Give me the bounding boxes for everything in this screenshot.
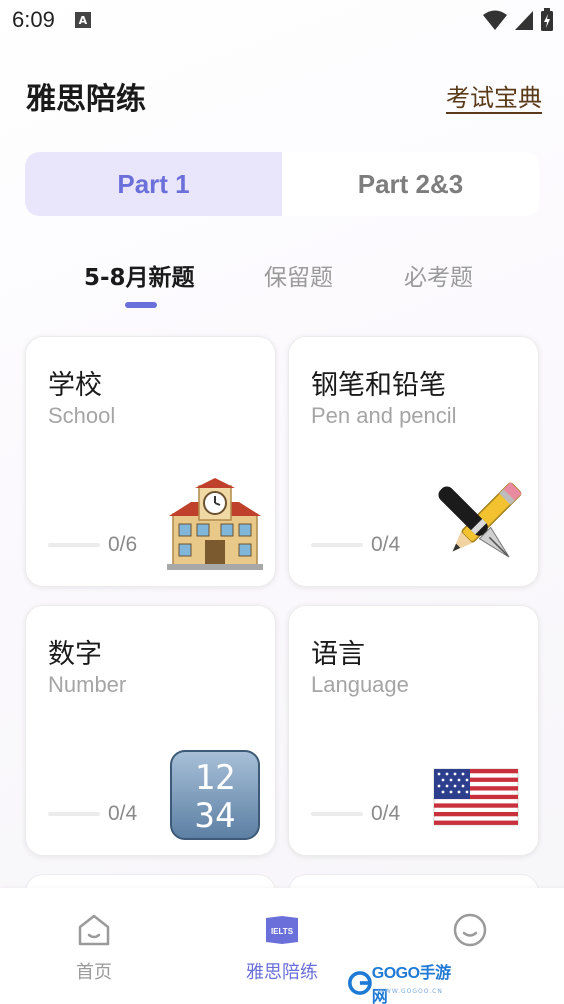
topic-card-school[interactable]: 学校 School 0/6 <box>25 336 276 587</box>
tab-must-test-topics[interactable]: 必考题 <box>404 258 473 292</box>
keycap-bottom-digits: 34 <box>195 796 236 836</box>
card-count: 0/4 <box>371 533 401 556</box>
ielts-badge-text: IELTS <box>271 927 294 936</box>
signal-icon <box>515 11 533 30</box>
school-building-icon <box>167 478 263 570</box>
tab-part-2-3[interactable]: Part 2&3 <box>282 152 539 216</box>
bottom-navigation: 首页 IELTS 雅思陪练 <box>0 888 564 1004</box>
watermark-url: WWW.GOGOO.CN <box>378 988 443 995</box>
nav-label: 首页 <box>76 962 112 983</box>
part-switch: Part 1 Part 2&3 <box>25 152 539 216</box>
home-icon <box>78 914 110 946</box>
keycap-top-digits: 12 <box>195 758 236 798</box>
nav-home[interactable]: 首页 <box>0 888 188 1004</box>
app-header: 雅思陪练 考试宝典 <box>0 64 564 124</box>
card-title: 钢笔和铅笔 <box>311 370 446 401</box>
card-subtitle: School <box>48 403 116 428</box>
ielts-book-icon: IELTS <box>266 916 298 944</box>
exam-guide-link[interactable]: 考试宝典 <box>446 78 542 113</box>
card-title: 学校 <box>48 370 102 401</box>
wifi-icon <box>483 10 507 30</box>
pen-pencil-icon <box>438 482 522 558</box>
page-title: 雅思陪练 <box>26 82 146 117</box>
tab-new-topics[interactable]: 5-8月新题 <box>84 258 195 292</box>
topic-card-number[interactable]: 数字 Number 0/4 12 34 <box>25 605 276 856</box>
card-count: 0/6 <box>108 533 138 556</box>
profile-icon <box>453 913 487 947</box>
card-count: 0/4 <box>371 802 401 825</box>
watermark-text: GOGO手游网 <box>371 965 451 1004</box>
tab-indicator <box>125 302 157 308</box>
notification-a-icon: A <box>74 12 91 28</box>
card-progress-bar <box>48 812 100 816</box>
card-title: 数字 <box>48 639 102 670</box>
watermark: GOGO手游网 WWW.GOGOO.CN <box>348 965 458 1004</box>
card-progress-bar <box>311 812 363 816</box>
topic-card-pen-and-pencil[interactable]: 钢笔和铅笔 Pen and pencil 0/4 <box>288 336 539 587</box>
battery-icon <box>541 8 553 31</box>
topic-category-tabs: 5-8月新题 保留题 必考题 <box>0 252 564 312</box>
card-subtitle: Number <box>48 672 127 697</box>
card-subtitle: Pen and pencil <box>311 403 457 428</box>
status-bar: 6:09 A <box>0 0 564 40</box>
card-progress-bar <box>48 543 100 547</box>
card-subtitle: Language <box>311 672 409 697</box>
topic-card-language[interactable]: 语言 Language 0/4 <box>288 605 539 856</box>
card-title: 语言 <box>311 639 365 670</box>
card-progress-bar <box>311 543 363 547</box>
status-time: 6:09 <box>12 7 55 32</box>
tab-retained-topics[interactable]: 保留题 <box>264 258 333 292</box>
us-flag-icon <box>433 768 519 826</box>
tab-part-1[interactable]: Part 1 <box>25 152 282 216</box>
status-icons <box>482 8 554 32</box>
watermark-logo-icon <box>348 971 372 995</box>
card-count: 0/4 <box>108 802 138 825</box>
number-keycap-icon: 12 34 <box>170 750 260 840</box>
